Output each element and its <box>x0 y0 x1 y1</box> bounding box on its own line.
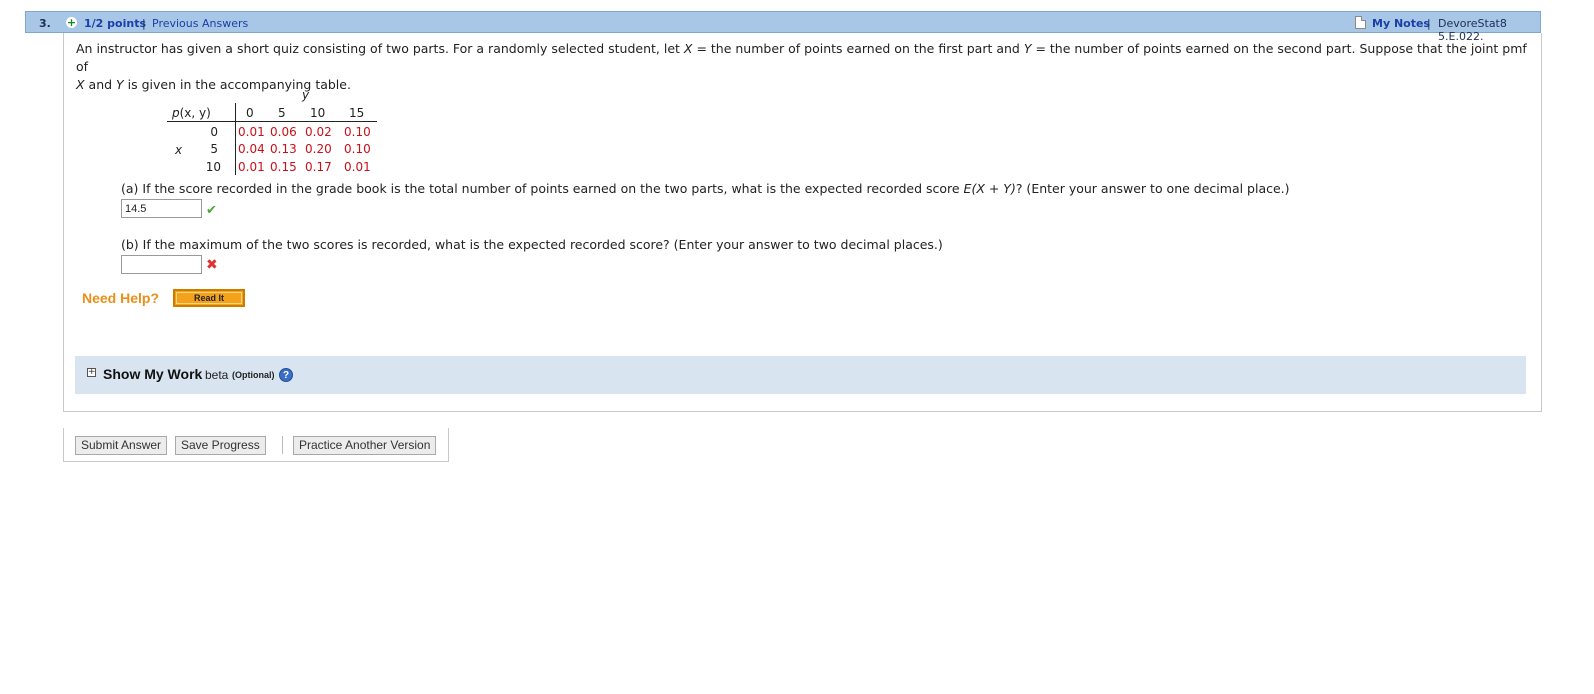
row-header: 0 <box>210 125 218 139</box>
table-cell: 0.17 <box>305 160 332 174</box>
submit-answer-button[interactable]: Submit Answer <box>75 436 168 455</box>
question-header-bar: 3. + 1/2 points | Previous Answers My No… <box>25 11 1541 43</box>
var-x: X <box>76 77 85 92</box>
col-header: 0 <box>246 106 254 120</box>
notes-icon[interactable] <box>1355 16 1366 29</box>
incorrect-x-icon: ✖ <box>206 257 218 273</box>
optional-label: (Optional) <box>232 370 275 380</box>
question-text: An instructor has given a short quiz con… <box>76 40 1536 94</box>
read-it-button[interactable]: Read It <box>173 289 245 307</box>
points-link[interactable]: 1/2 points <box>84 17 146 30</box>
table-cell: 0.20 <box>305 142 332 156</box>
need-help-label: Need Help? <box>82 290 160 306</box>
col-header: 5 <box>278 106 286 120</box>
table-cell: 0.13 <box>270 142 297 156</box>
save-progress-button[interactable]: Save Progress <box>175 436 266 455</box>
table-cell: 0.02 <box>305 125 332 139</box>
part-b-prompt: (b) If the maximum of the two scores is … <box>121 237 943 252</box>
part-a-text: ? (Enter your answer to one decimal plac… <box>1015 181 1290 196</box>
table-cell: 0.01 <box>238 125 265 139</box>
question-number: 3. <box>39 17 51 30</box>
col-header: 15 <box>349 106 365 120</box>
part-a-prompt: (a) If the score recorded in the grade b… <box>121 181 1290 196</box>
show-my-work-panel: + Show My Work beta (Optional) ? <box>75 356 1526 394</box>
correct-check-icon: ✔ <box>206 203 217 218</box>
row-header: 10 <box>205 160 221 174</box>
previous-answers-link[interactable]: Previous Answers <box>152 17 248 30</box>
question-text-part: and <box>84 77 117 92</box>
separator: | <box>142 17 146 30</box>
question-text-part: is given in the accompanying table. <box>123 77 351 92</box>
table-cell: 0.01 <box>238 160 265 174</box>
table-column-rule <box>235 103 236 175</box>
corner-args: (x, y) <box>179 106 211 120</box>
question-text-part: = the number of points earned on the fir… <box>692 41 1024 56</box>
practice-another-version-button[interactable]: Practice Another Version <box>293 436 437 455</box>
var-y: Y <box>116 77 124 92</box>
separator: | <box>1427 17 1431 30</box>
table-cell: 0.04 <box>238 142 265 156</box>
table-x-label: x <box>175 143 183 157</box>
part-a-text: (a) If the score recorded in the grade b… <box>121 181 964 196</box>
table-cell: 0.01 <box>344 160 371 174</box>
col-header: 10 <box>310 106 326 120</box>
table-cell: 0.15 <box>270 160 297 174</box>
plus-icon[interactable]: + <box>66 17 77 28</box>
row-header: 5 <box>210 142 218 156</box>
beta-label: beta <box>205 368 229 382</box>
button-divider <box>282 436 283 454</box>
table-y-label: y <box>302 88 310 102</box>
table-cell: 0.10 <box>344 142 371 156</box>
expand-toggle-icon[interactable]: + <box>87 368 96 377</box>
corner-p: p <box>172 106 180 120</box>
table-header-rule <box>167 121 377 122</box>
table-corner-label: p(x, y) <box>172 106 211 120</box>
part-a-answer-input[interactable] <box>121 199 202 218</box>
table-cell: 0.10 <box>344 125 371 139</box>
question-text-part: An instructor has given a short quiz con… <box>76 41 684 56</box>
part-b-answer-input[interactable] <box>121 255 202 274</box>
help-icon[interactable]: ? <box>279 368 293 382</box>
table-cell: 0.06 <box>270 125 297 139</box>
my-notes-link[interactable]: My Notes <box>1372 17 1430 30</box>
show-my-work-title[interactable]: Show My Work <box>103 366 202 382</box>
part-a-expression: E(X + Y) <box>963 181 1016 196</box>
